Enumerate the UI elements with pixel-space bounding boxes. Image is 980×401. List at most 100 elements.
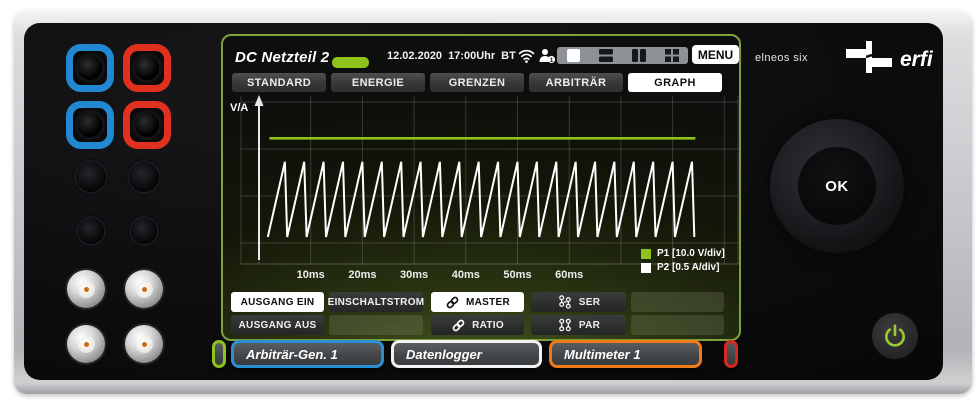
bnc-connector-2[interactable] <box>125 270 163 308</box>
view-layout-bar <box>557 47 688 64</box>
legend-item-p1: P1 [10.0 V/div] <box>641 248 741 259</box>
series-mode-icon <box>557 294 573 310</box>
bottom-tab-multimeter[interactable]: Multimeter 1 <box>549 340 702 368</box>
parallel-label: PAR <box>579 320 600 331</box>
device: DC Netzteil 2 12.02.2020 17:00Uhr BT <box>0 0 980 401</box>
aux-jack-3[interactable] <box>78 218 104 244</box>
banana-jack-red-2[interactable] <box>123 101 171 149</box>
link-icon <box>451 318 466 333</box>
jack-hole <box>135 56 159 80</box>
page-title: DC Netzteil 2 <box>235 49 329 66</box>
series-mode-button[interactable]: SER <box>531 292 626 312</box>
bnc-connector-3[interactable] <box>67 325 105 363</box>
view-split-horizontal-button[interactable] <box>590 47 623 64</box>
output-off-button[interactable]: AUSGANG AUS <box>231 315 324 335</box>
aux-jack-1[interactable] <box>76 162 106 192</box>
master-label: MASTER <box>466 297 510 308</box>
ratio-button[interactable]: RATIO <box>431 315 524 335</box>
edge-tab-left[interactable] <box>212 340 226 368</box>
bnc-pin <box>142 287 147 292</box>
split-vertical-icon <box>632 49 646 62</box>
legend-swatch-p1 <box>641 249 651 259</box>
edge-tab-right[interactable] <box>724 340 738 368</box>
svg-text:10ms: 10ms <box>297 269 325 281</box>
svg-text:40ms: 40ms <box>452 269 480 281</box>
legend-label-p2: P2 [0.5 A/div] <box>657 262 719 273</box>
bnc-insulator <box>136 281 153 298</box>
tab-energie[interactable]: ENERGIE <box>331 73 425 92</box>
link-icon <box>445 295 460 310</box>
product-name: elneos six <box>755 52 808 64</box>
split-horizontal-icon <box>599 49 613 62</box>
empty-button-3[interactable] <box>631 315 724 335</box>
banana-jack-blue-2[interactable] <box>66 101 114 149</box>
view-quad-button[interactable] <box>655 47 688 64</box>
brand-wordmark: erfi <box>900 48 934 71</box>
inrush-current-button[interactable]: EINSCHALTSTROM <box>329 292 423 312</box>
legend-item-p2: P2 [0.5 A/div] <box>641 262 741 273</box>
wifi-icon <box>518 49 535 63</box>
banana-jack-blue-1[interactable] <box>66 44 114 92</box>
legend-label-p1: P1 [10.0 V/div] <box>657 248 725 259</box>
aux-jack-4[interactable] <box>131 218 157 244</box>
bnc-pin <box>142 342 147 347</box>
ok-button[interactable]: OK <box>798 147 876 225</box>
y-axis-label: V/A <box>230 102 248 114</box>
svg-text:60ms: 60ms <box>555 269 583 281</box>
series-label: SER <box>579 297 600 308</box>
menu-button[interactable]: MENU <box>692 45 739 64</box>
bnc-connector-1[interactable] <box>67 270 105 308</box>
front-panel: DC Netzteil 2 12.02.2020 17:00Uhr BT <box>24 23 943 380</box>
jack-hole <box>135 113 159 137</box>
power-button[interactable] <box>872 313 918 359</box>
bnc-connector-4[interactable] <box>125 325 163 363</box>
output-on-button[interactable]: AUSGANG EIN <box>231 292 324 312</box>
aux-jack-2[interactable] <box>129 162 159 192</box>
ratio-label: RATIO <box>472 320 504 331</box>
bnc-insulator <box>136 336 153 353</box>
jack-hole <box>78 56 102 80</box>
user-count-icon: 1 <box>538 48 556 64</box>
bluetooth-label: BT <box>501 50 516 62</box>
status-date: 12.02.2020 <box>387 50 442 62</box>
svg-text:30ms: 30ms <box>400 269 428 281</box>
empty-button-2[interactable] <box>329 315 423 335</box>
bottom-tab-label: Datenlogger <box>406 347 482 362</box>
rotary-knob[interactable]: OK <box>770 119 904 253</box>
bottom-tab-datenlogger[interactable]: Datenlogger <box>391 340 542 368</box>
screen-tab-row: STANDARD ENERGIE GRENZEN ARBITRÄR GRAPH <box>232 73 722 92</box>
svg-text:20ms: 20ms <box>348 269 376 281</box>
bnc-insulator <box>78 281 95 298</box>
output-status-indicator <box>332 57 369 68</box>
master-button[interactable]: MASTER <box>431 292 524 312</box>
view-single-button[interactable] <box>557 47 590 64</box>
parallel-mode-icon <box>557 317 573 333</box>
svg-text:50ms: 50ms <box>503 269 531 281</box>
tab-standard[interactable]: STANDARD <box>232 73 326 92</box>
bottom-tab-label: Multimeter 1 <box>564 347 641 362</box>
status-time: 17:00Uhr <box>448 50 495 62</box>
power-icon <box>882 323 908 349</box>
bnc-pin <box>84 342 89 347</box>
tab-grenzen[interactable]: GRENZEN <box>430 73 524 92</box>
control-row-2: AUSGANG AUS RATIO <box>231 315 724 335</box>
screen: DC Netzteil 2 12.02.2020 17:00Uhr BT <box>221 34 741 341</box>
bottom-tab-label: Arbiträr-Gen. 1 <box>246 347 338 362</box>
control-row-1: AUSGANG EIN EINSCHALTSTROM MASTER <box>231 292 724 312</box>
status-bar: 12.02.2020 17:00Uhr BT <box>381 50 513 62</box>
bnc-insulator <box>78 336 95 353</box>
jack-hole <box>78 113 102 137</box>
device-case: DC Netzteil 2 12.02.2020 17:00Uhr BT <box>14 10 972 394</box>
parallel-mode-button[interactable]: PAR <box>531 315 626 335</box>
banana-jack-red-1[interactable] <box>123 44 171 92</box>
svg-text:1: 1 <box>550 57 554 64</box>
single-view-icon <box>567 49 580 62</box>
empty-button-1[interactable] <box>631 292 724 312</box>
view-split-vertical-button[interactable] <box>623 47 656 64</box>
y-axis: V/A <box>230 95 264 260</box>
graph-legend: P1 [10.0 V/div] P2 [0.5 A/div] <box>641 248 741 276</box>
tab-graph[interactable]: GRAPH <box>628 73 722 92</box>
bottom-tab-arbitraer-gen[interactable]: Arbiträr-Gen. 1 <box>231 340 384 368</box>
erfi-logo: erfi <box>846 39 946 75</box>
tab-arbitraer[interactable]: ARBITRÄR <box>529 73 623 92</box>
